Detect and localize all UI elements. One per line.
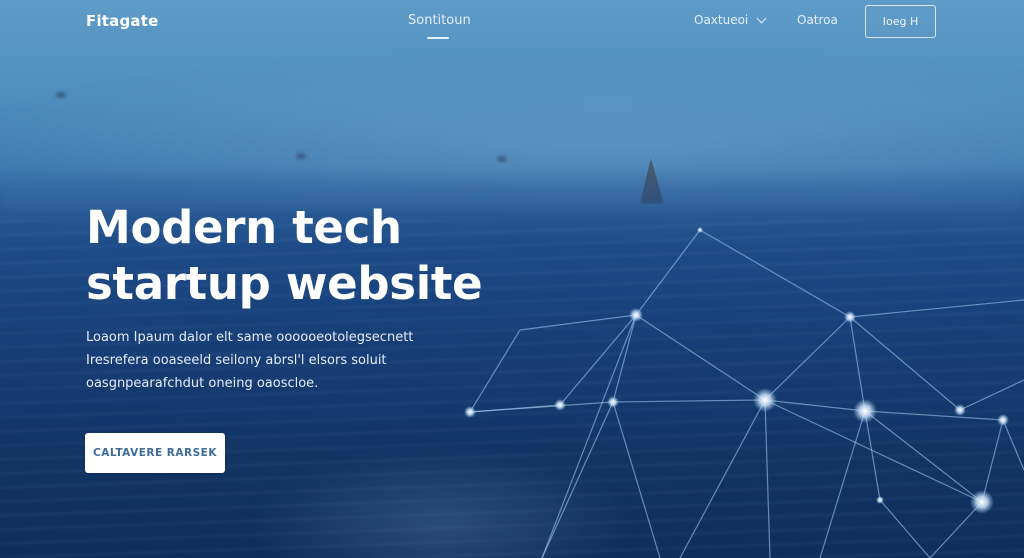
login-button[interactable]: Ioeg H <box>865 5 936 38</box>
brand-logo[interactable]: Fitagate <box>86 12 158 30</box>
cta-button[interactable]: CALTAVERE RARSEK <box>85 433 225 473</box>
hero-headline: Modern tech startup website <box>86 200 546 312</box>
hero-description: Loaom Ipaum dalor elt same oooooeotolegs… <box>86 326 466 395</box>
nav-link-active[interactable]: Sontitoun <box>408 13 471 28</box>
active-link-underline <box>427 37 449 39</box>
hero-headline-line: startup website <box>86 257 483 310</box>
top-navigation: Fitagate Sontitoun Oaxtueoi Oatroa Ioeg … <box>0 0 1024 50</box>
hero-description-line: Iresrefera ooaseeld seilony abrsl'l elso… <box>86 353 387 368</box>
nav-dropdown[interactable]: Oaxtueoi <box>694 13 767 27</box>
nav-link[interactable]: Oatroa <box>797 13 838 27</box>
hero-description-line: Loaom Ipaum dalor elt same oooooeotolegs… <box>86 330 414 345</box>
hero-headline-line: Modern tech <box>86 201 402 254</box>
nav-dropdown-label: Oaxtueoi <box>694 13 749 27</box>
hero-description-line: oasgnpearafchdut oneing oaoscloe. <box>86 376 319 391</box>
chevron-down-icon <box>756 13 767 23</box>
